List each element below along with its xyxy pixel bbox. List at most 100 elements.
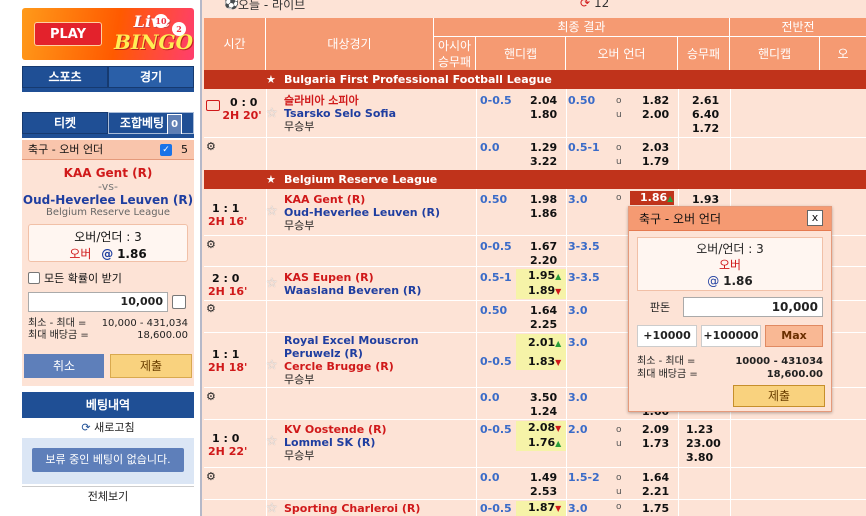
ticket-checkbox[interactable]: ✓ — [160, 144, 172, 156]
match-teams: KAS Eupen (R) Waasland Beveren (R) — [284, 271, 421, 297]
over-odds[interactable]: 2.03 — [642, 141, 669, 155]
draw-label[interactable]: 무승부 — [284, 449, 387, 462]
cancel-button[interactable]: 취소 — [24, 354, 104, 378]
under-odds[interactable]: 2.00 — [642, 108, 669, 122]
submit-button[interactable]: 제출 — [110, 354, 192, 378]
star-icon[interactable]: ★ — [266, 70, 276, 89]
over-odds-selected[interactable]: 1.86▲ — [630, 191, 674, 205]
draw-label[interactable]: 무승부 — [284, 219, 440, 232]
max-button[interactable]: Max — [765, 325, 823, 347]
handicap-home-odds[interactable]: 3.50 — [530, 391, 557, 405]
handicap-home-odds[interactable]: 1.95▲ — [528, 269, 566, 284]
handicap-away-odds[interactable]: 1.80 — [530, 108, 557, 122]
handicap-home-odds[interactable]: 1.67 — [530, 240, 557, 254]
handicap-home-odds[interactable]: 1.64 — [530, 304, 557, 318]
draw-label[interactable]: 무승부 — [284, 373, 419, 386]
stats-icon[interactable]: ⚙ — [206, 238, 216, 251]
handicap-odds[interactable]: 2.04 1.80 — [530, 94, 557, 122]
home-win-odds[interactable]: 2.61 — [692, 94, 719, 108]
play-button[interactable]: PLAY — [34, 22, 102, 46]
away-team[interactable]: Oud-Heverlee Leuven (R) — [284, 206, 440, 219]
away-win-odds[interactable]: 1.72 — [692, 122, 719, 136]
favorite-star-icon[interactable]: ☆ — [266, 434, 278, 449]
stats-icon[interactable]: ⚙ — [206, 140, 216, 153]
handicap-line: 0.0 — [480, 471, 500, 484]
handicap-away-odds[interactable]: 1.86 — [530, 207, 557, 221]
handicap-home-odds-value: 1.87 — [528, 501, 556, 514]
add-10000-button[interactable]: +10000 — [637, 325, 697, 347]
under-odds[interactable]: 1.79 — [642, 155, 669, 169]
handicap-away-odds[interactable]: 2.25 — [530, 318, 557, 332]
header-time: 시간 — [204, 18, 266, 70]
under-odds[interactable]: 2.21 — [642, 485, 669, 499]
refresh-button[interactable]: ⟳ 새로고침 — [22, 418, 194, 438]
stake-checkbox[interactable] — [172, 295, 186, 309]
handicap-home-odds[interactable]: 1.49 — [530, 471, 557, 485]
favorite-star-icon[interactable]: ☆ — [266, 501, 278, 516]
home-team[interactable]: KAA Gent (R) — [284, 193, 440, 206]
tab-sports[interactable]: 스포츠 — [22, 66, 108, 88]
ou-odds: 1.82 2.00 — [642, 94, 669, 122]
league-row[interactable]: ★ Belgium Reserve League — [204, 170, 866, 189]
away-team[interactable]: Waasland Beveren (R) — [284, 284, 421, 297]
under-odds[interactable]: 1.73 — [642, 437, 669, 451]
bet-history-title[interactable]: 베팅내역 — [22, 392, 194, 418]
favorite-star-icon[interactable]: ☆ — [266, 276, 278, 291]
popup-payout-value: 18,600.00 — [766, 369, 823, 380]
home-win-odds[interactable]: 1.23 — [686, 423, 721, 437]
stats-icon[interactable]: ⚙ — [206, 302, 216, 315]
home-team-line2[interactable]: Peruwelz (R) — [284, 347, 419, 360]
close-button[interactable]: x — [807, 210, 823, 226]
handicap-away-odds[interactable]: 3.22 — [530, 155, 557, 169]
away-team[interactable]: Tsarsko Selo Sofia — [284, 107, 396, 120]
draw-odds[interactable]: 23.00 — [686, 437, 721, 451]
handicap-home-odds[interactable]: 2.04 — [530, 94, 557, 108]
home-team[interactable]: Royal Excel Mouscron — [284, 334, 419, 347]
accept-all-odds[interactable]: 모든 확률이 받기 — [28, 270, 194, 286]
star-icon[interactable]: ★ — [266, 170, 276, 189]
handicap-away-odds[interactable]: 1.89▼ — [528, 284, 566, 299]
favorite-star-icon[interactable]: ☆ — [266, 106, 278, 121]
popup-submit-button[interactable]: 제출 — [733, 385, 825, 407]
tab-ticket[interactable]: 티켓 — [22, 112, 108, 134]
home-team[interactable]: KV Oostende (R) — [284, 423, 387, 436]
favorite-star-icon[interactable]: ☆ — [266, 358, 278, 373]
over-odds[interactable]: 1.75 — [642, 502, 669, 515]
over-odds[interactable]: 2.09 — [642, 423, 669, 437]
tab-matches[interactable]: 경기 — [108, 66, 194, 88]
draw-odds[interactable]: 6.40 — [692, 108, 719, 122]
tv-icon[interactable] — [206, 100, 220, 111]
handicap-away-odds[interactable]: 1.76▲ — [528, 436, 566, 451]
home-win-odds[interactable]: 1.93 — [692, 193, 719, 206]
tab-combo-bet[interactable]: 조합베팅 0 — [108, 112, 194, 136]
favorite-star-icon[interactable]: ☆ — [266, 204, 278, 219]
view-all-link[interactable]: 전체보기 — [22, 486, 194, 506]
popup-stake-input[interactable]: 10,000 — [683, 297, 823, 317]
handicap-home-odds[interactable]: 1.98 — [530, 193, 557, 207]
accept-all-checkbox[interactable] — [28, 272, 40, 284]
handicap-away-odds[interactable]: 2.53 — [530, 485, 557, 499]
live-bingo-banner[interactable]: PLAY Live BINGO! 10 2 — [22, 8, 194, 60]
handicap-home-odds[interactable]: 1.29 — [530, 141, 557, 155]
stats-icon[interactable]: ⚙ — [206, 470, 216, 483]
home-team[interactable]: 슬라비아 소피아 — [284, 94, 396, 107]
over-odds[interactable]: 1.82 — [642, 94, 669, 108]
ticket-vs: -vs- — [98, 180, 118, 193]
over-odds[interactable]: 1.64 — [642, 471, 669, 485]
stake-input[interactable]: 10,000 — [28, 292, 168, 312]
draw-label[interactable]: 무승부 — [284, 120, 396, 133]
home-team[interactable]: Sporting Charleroi (R) — [284, 502, 420, 515]
away-team[interactable]: Cercle Brugge (R) — [284, 360, 419, 373]
away-team[interactable]: Lommel SK (R) — [284, 436, 387, 449]
handicap-away-odds[interactable]: 1.24 — [530, 405, 557, 419]
popup-stake-label: 판돈 — [649, 301, 671, 314]
stats-icon[interactable]: ⚙ — [206, 390, 216, 403]
handicap-home-odds[interactable]: 1.87▼ — [516, 501, 566, 516]
handicap-home-odds[interactable]: 2.08▼ — [528, 421, 566, 436]
league-row[interactable]: ★ Bulgaria First Professional Football L… — [204, 70, 866, 89]
handicap-away-odds[interactable]: 1.83▼ — [528, 353, 566, 372]
add-100000-button[interactable]: +100000 — [701, 325, 761, 347]
handicap-home-odds[interactable]: 2.01▲ — [528, 334, 566, 353]
home-team[interactable]: KAS Eupen (R) — [284, 271, 421, 284]
away-win-odds[interactable]: 3.80 — [686, 451, 721, 465]
